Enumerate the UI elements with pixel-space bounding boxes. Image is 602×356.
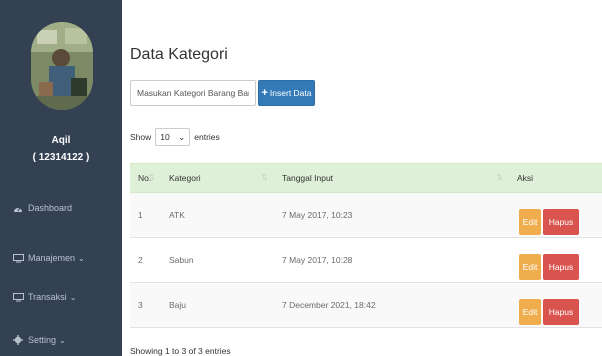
- chevron-down-icon: ⌄: [78, 253, 85, 263]
- insert-data-button[interactable]: + Insert Data: [258, 80, 315, 106]
- category-input[interactable]: [130, 80, 256, 106]
- main-content: Data Kategori + Insert Data Show 10 ⌄ en…: [122, 0, 602, 356]
- delete-button[interactable]: Hapus: [543, 209, 579, 235]
- sidebar-item-setting[interactable]: Setting ⌄: [12, 332, 120, 348]
- monitor-icon: [12, 253, 24, 263]
- category-table: No. ⇅ Kategori ⇅ Tanggal Input ⇅ Aksi 1: [130, 163, 602, 328]
- gear-icon: [12, 335, 24, 345]
- sidebar-item-label: Manajemen: [28, 253, 76, 263]
- cell-no: 1: [130, 192, 161, 238]
- sidebar-item-label: Transaksi: [28, 292, 67, 302]
- cell-kategori: Baju: [161, 282, 274, 328]
- show-label: Show: [130, 132, 152, 142]
- insert-data-label: Insert Data: [269, 88, 312, 98]
- sidebar-item-manajemen[interactable]: Manajemen ⌄: [12, 250, 120, 266]
- cell-aksi: Edit Hapus: [509, 192, 602, 238]
- plus-icon: +: [261, 87, 268, 99]
- chevron-down-icon: ⌄: [59, 335, 66, 345]
- column-header-aksi[interactable]: Aksi: [509, 163, 602, 193]
- sidebar-item-label: Setting: [28, 335, 57, 345]
- cell-aksi: Edit Hapus: [509, 237, 602, 283]
- entries-length-control: Show 10 ⌄ entries: [130, 128, 220, 146]
- cell-no: 3: [130, 282, 161, 328]
- edit-button[interactable]: Edit: [519, 254, 541, 280]
- cell-no: 2: [130, 237, 161, 283]
- cell-kategori: Sabun: [161, 237, 274, 283]
- sidebar-item-transaksi[interactable]: Transaksi ⌄: [12, 289, 120, 305]
- avatar: [31, 22, 93, 110]
- table-info: Showing 1 to 3 of 3 entries: [130, 346, 231, 356]
- column-header-tanggal[interactable]: Tanggal Input ⇅: [274, 163, 509, 193]
- chevron-down-icon: ⌄: [69, 292, 77, 302]
- table-header-row: No. ⇅ Kategori ⇅ Tanggal Input ⇅ Aksi: [130, 163, 602, 193]
- sidebar-item-label: Dashboard: [28, 203, 73, 213]
- column-header-kategori[interactable]: Kategori ⇅: [161, 163, 274, 193]
- sort-icon: ⇅: [261, 173, 268, 182]
- cell-tanggal: 7 May 2017, 10:28: [274, 237, 509, 283]
- cell-aksi: Edit Hapus: [509, 282, 602, 328]
- chevron-down-icon: ⌄: [178, 131, 186, 142]
- entries-label: entries: [194, 132, 220, 142]
- entries-select[interactable]: 10 ⌄: [155, 128, 191, 146]
- edit-button[interactable]: Edit: [519, 209, 541, 235]
- monitor-icon: [12, 292, 24, 302]
- table-row: 3 Baju 7 December 2021, 18:42 Edit Hapus: [130, 282, 602, 328]
- entries-value: 10: [160, 132, 170, 142]
- cell-kategori: ATK: [161, 192, 274, 238]
- column-header-no[interactable]: No. ⇅: [130, 163, 161, 193]
- sort-icon: ⇅: [496, 173, 503, 182]
- table-row: 2 Sabun 7 May 2017, 10:28 Edit Hapus: [130, 237, 602, 283]
- delete-button[interactable]: Hapus: [543, 299, 579, 325]
- cell-tanggal: 7 May 2017, 10:23: [274, 192, 509, 238]
- edit-button[interactable]: Edit: [519, 299, 541, 325]
- user-name: Aqil: [51, 135, 71, 146]
- tachometer-icon: [12, 203, 24, 213]
- sort-icon: ⇅: [148, 173, 155, 182]
- page-title: Data Kategori: [130, 46, 228, 63]
- sidebar: Aqil ( 12314122 ) Dashboard Manajemen ⌄ …: [0, 0, 122, 356]
- cell-tanggal: 7 December 2021, 18:42: [274, 282, 509, 328]
- user-id: ( 12314122 ): [32, 152, 90, 163]
- delete-button[interactable]: Hapus: [543, 254, 579, 280]
- table-row: 1 ATK 7 May 2017, 10:23 Edit Hapus: [130, 192, 602, 238]
- sidebar-item-dashboard[interactable]: Dashboard: [12, 200, 120, 216]
